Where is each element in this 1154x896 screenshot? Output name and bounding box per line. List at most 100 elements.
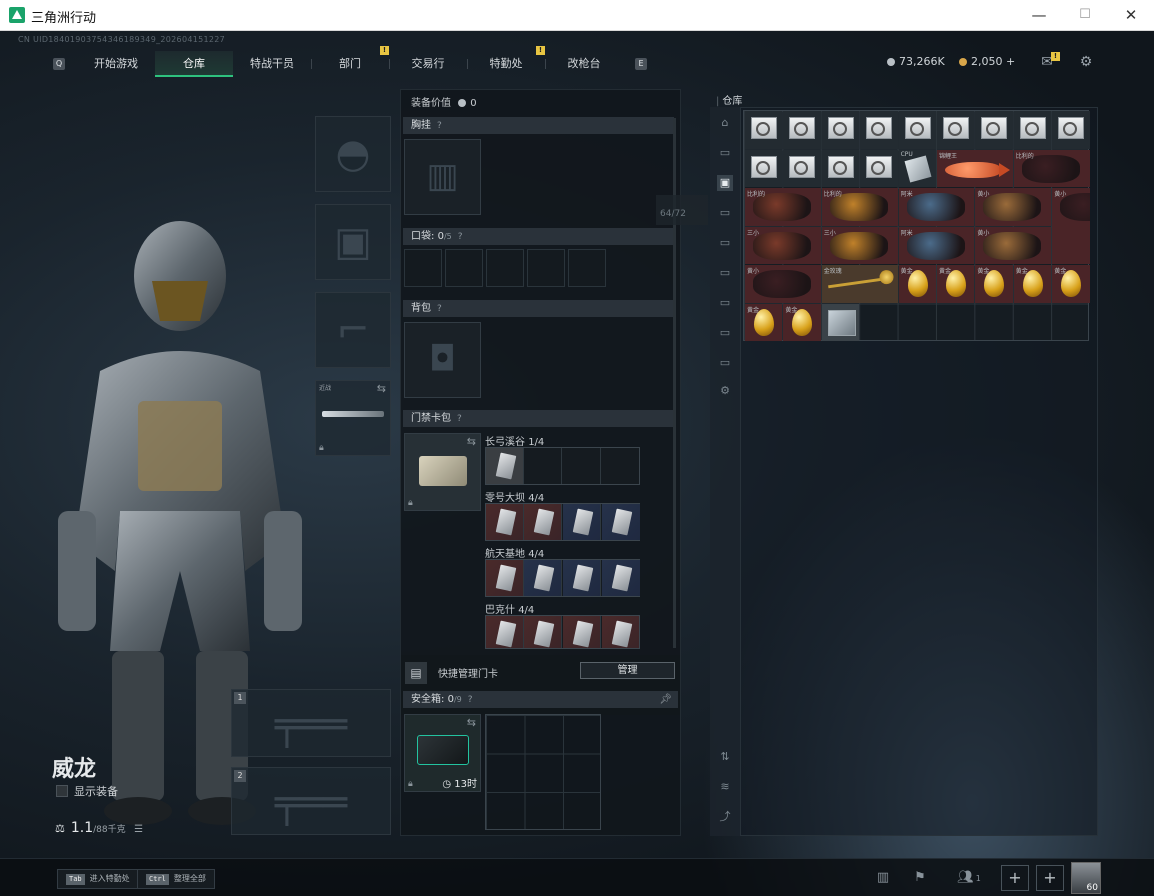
stash-item-gpu[interactable] bbox=[975, 111, 1013, 149]
pocket-slot[interactable] bbox=[527, 249, 565, 287]
keycard-item[interactable] bbox=[602, 616, 639, 648]
stash-tab-icon[interactable]: ▭ bbox=[717, 325, 733, 341]
stash-tab-icon[interactable]: ▭ bbox=[717, 265, 733, 281]
stash-tab-active-icon[interactable]: ▣ bbox=[717, 175, 733, 191]
gear-icon[interactable]: ⚙ bbox=[1076, 53, 1096, 71]
stash-item-gpu[interactable] bbox=[860, 111, 898, 149]
tab-gunsmith[interactable]: 改枪台 bbox=[545, 51, 623, 77]
stash-item-egg[interactable]: 黄金 bbox=[1013, 265, 1052, 303]
swap-icon[interactable]: ⇆ bbox=[377, 382, 386, 395]
keycard-item[interactable] bbox=[563, 616, 601, 648]
keycard-item[interactable] bbox=[486, 560, 524, 596]
stash-item-egg[interactable]: 黄金 bbox=[937, 265, 975, 303]
keycard-item[interactable] bbox=[563, 560, 601, 596]
stash-item-fish[interactable]: 锦鲤王 bbox=[937, 149, 1013, 187]
minimize-button[interactable]: — bbox=[1016, 0, 1062, 31]
nav-next-key[interactable]: E bbox=[635, 58, 647, 70]
keycard-item[interactable] bbox=[524, 560, 562, 596]
helmet-slot[interactable]: ◓ bbox=[315, 116, 391, 192]
stash-item-rose[interactable]: 金玫瑰 bbox=[821, 265, 898, 303]
stash-item-egg[interactable]: 黄金 bbox=[898, 265, 936, 303]
stash-item-figure[interactable]: 三小 bbox=[821, 226, 898, 264]
stash-tab-icon[interactable]: ▭ bbox=[717, 235, 733, 251]
help-icon[interactable]: ? bbox=[468, 695, 473, 705]
secondary-weapon-slot[interactable]: 2 ╤══ bbox=[231, 767, 391, 835]
pistol-slot[interactable]: ⌐ bbox=[315, 292, 391, 368]
keycard-empty[interactable] bbox=[524, 448, 562, 484]
safe-box-slot[interactable]: ⇆ 🔒︎ ◷ 13时 bbox=[404, 714, 481, 792]
keycard-item[interactable] bbox=[486, 616, 524, 648]
friends-icon[interactable]: 👥︎ 1 bbox=[952, 867, 986, 889]
keycard-item[interactable] bbox=[486, 448, 524, 484]
stash-item-chip[interactable]: CPU bbox=[898, 149, 936, 187]
keycard-empty[interactable] bbox=[602, 448, 640, 484]
help-icon[interactable]: ? bbox=[457, 414, 462, 424]
keycard-item[interactable] bbox=[486, 504, 524, 540]
stash-tab-icon[interactable]: ▭ bbox=[717, 205, 733, 221]
stash-item-gpu[interactable] bbox=[1013, 111, 1052, 149]
maximize-button[interactable]: ☐ bbox=[1062, 0, 1108, 31]
stats-icon[interactable]: ▥ bbox=[870, 867, 896, 889]
stash-item-figure[interactable]: 比利的 bbox=[745, 188, 821, 226]
keycard-empty[interactable] bbox=[563, 448, 601, 484]
stash-item-gpu[interactable] bbox=[937, 111, 975, 149]
show-equipment-toggle[interactable]: 显示装备 bbox=[56, 783, 118, 799]
armor-slot[interactable]: ▣ bbox=[315, 204, 391, 280]
keycard-item[interactable] bbox=[524, 504, 562, 540]
backpack-slot[interactable]: ◘ bbox=[404, 322, 481, 398]
melee-slot[interactable]: 近战 ⇆ 🔒︎ bbox=[315, 380, 391, 456]
layers-icon[interactable]: ≋ bbox=[717, 779, 733, 795]
stash-item-gpu[interactable] bbox=[1052, 111, 1090, 149]
primary-weapon-slot[interactable]: 1 ╤══ bbox=[231, 689, 391, 757]
tab-operators[interactable]: 特战干员 bbox=[233, 51, 311, 77]
gold-add[interactable]: + bbox=[1006, 55, 1015, 68]
stash-tab-icon[interactable]: ▭ bbox=[717, 355, 733, 371]
stash-item-figure[interactable]: 比利的 bbox=[1013, 149, 1090, 187]
avatar[interactable]: 60 bbox=[1071, 862, 1101, 894]
pin-icon[interactable]: 📌︎ bbox=[659, 691, 672, 708]
keycard-item[interactable] bbox=[563, 504, 601, 540]
stash-item-gpu[interactable] bbox=[860, 149, 898, 187]
sort-icon[interactable]: ⇅ bbox=[717, 749, 733, 765]
stash-item-egg[interactable]: 黄金 bbox=[975, 265, 1013, 303]
help-icon[interactable]: ? bbox=[458, 232, 463, 242]
help-icon[interactable]: ? bbox=[437, 304, 442, 314]
safe-box-grid[interactable] bbox=[485, 714, 601, 830]
keycard-item[interactable] bbox=[602, 504, 640, 540]
help-icon[interactable]: ? bbox=[437, 121, 442, 131]
stash-item-gpu[interactable] bbox=[783, 149, 821, 187]
manage-button[interactable]: 管理 bbox=[580, 662, 675, 679]
stash-item-gpu[interactable] bbox=[745, 149, 783, 187]
stash-item-gpu[interactable] bbox=[783, 111, 821, 149]
gold-balance[interactable]: 2,050 + bbox=[959, 55, 1015, 68]
chest-rig-slot[interactable]: ▥ bbox=[404, 139, 481, 215]
pocket-slot[interactable] bbox=[486, 249, 524, 287]
pocket-slot[interactable] bbox=[445, 249, 483, 287]
pocket-slot[interactable] bbox=[404, 249, 442, 287]
checkbox[interactable] bbox=[56, 785, 68, 797]
tab-trading[interactable]: 交易行 bbox=[389, 51, 467, 77]
stash-item-gpu[interactable] bbox=[821, 149, 860, 187]
swap-icon[interactable]: ⇆ bbox=[467, 435, 476, 448]
stash-item-figure[interactable]: 黄小 bbox=[975, 226, 1052, 264]
keycard-case-slot[interactable]: ⇆ 🔒︎ bbox=[404, 433, 481, 511]
stash-item-figure[interactable]: 黄小 bbox=[975, 188, 1052, 226]
stash-tab-icon[interactable]: ▭ bbox=[717, 295, 733, 311]
stash-item-figure[interactable]: 三小 bbox=[745, 226, 821, 264]
stash-tab-icon[interactable]: ▭ bbox=[717, 145, 733, 161]
stash-item-figure[interactable]: 阿米 bbox=[898, 226, 975, 264]
sort-all-shortcut[interactable]: Ctrl 整理全部 bbox=[137, 869, 215, 889]
stash-item-figure[interactable]: 比利的 bbox=[821, 188, 898, 226]
upgrade-icon[interactable]: ⤴ bbox=[717, 809, 733, 825]
tab-start-game[interactable]: 开始游戏 bbox=[77, 51, 155, 77]
stash-item-figure[interactable]: 阿米 bbox=[898, 188, 975, 226]
list-icon[interactable]: ☰ bbox=[134, 824, 143, 835]
stash-item-figure[interactable]: 黄小 bbox=[1052, 188, 1090, 264]
flag-icon[interactable]: ⚑ bbox=[907, 867, 933, 889]
stash-tab-all-icon[interactable]: ⌂ bbox=[717, 115, 733, 131]
stash-item-egg[interactable]: 黄金 bbox=[783, 303, 821, 341]
stash-item-figure[interactable]: 黄小 bbox=[745, 265, 821, 303]
stash-item-chip[interactable] bbox=[821, 303, 860, 341]
swap-icon[interactable]: ⇆ bbox=[467, 716, 476, 729]
tab-warehouse[interactable]: 仓库 bbox=[155, 51, 233, 77]
